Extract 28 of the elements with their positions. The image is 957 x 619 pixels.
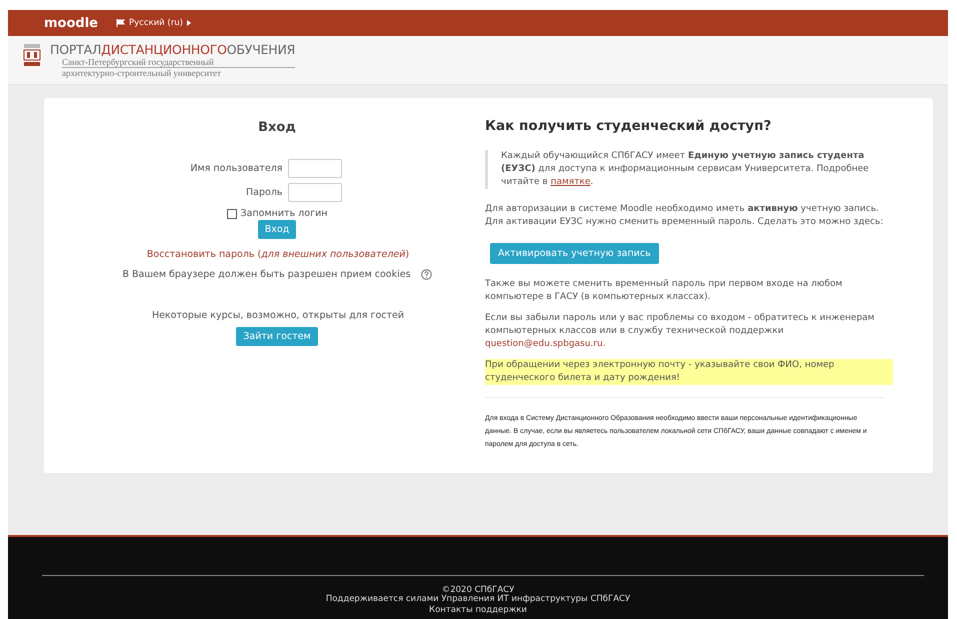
support-contacts-link[interactable]: Контакты поддержки	[429, 606, 527, 615]
university-logo-icon	[22, 42, 42, 68]
copyright-text: ©2020 СПбГАСУ	[442, 586, 514, 595]
guest-note: Некоторые курсы, возможно, открыты для гостей	[152, 310, 404, 321]
caret-icon	[186, 20, 191, 26]
support-text: Поддерживается силами Управления ИТ инфраструктуры СПбГАСУ	[326, 595, 630, 604]
info-paragraph: Также вы можете сменить временный пароль при первом входе на любом компьютере в ГАСУ (в компьютерных классах).	[485, 278, 844, 304]
highlighted-note: При обращении через электронную почту - указывайте свои ФИО, номер студенческого билета и дату рождения!	[485, 359, 893, 385]
help-icon[interactable]	[420, 269, 432, 280]
flag-icon	[116, 19, 125, 27]
login-heading: Вход	[258, 120, 296, 135]
memo-link[interactable]: памятке	[550, 177, 590, 187]
field-label: Имя пользователя	[189, 163, 282, 174]
cookies-note: В Вашем браузере должен быть разрешен прием cookies	[122, 269, 411, 280]
support-paragraph: Если вы забыли пароль или у вас проблемы со входом - обратитесь к инженерам компьютерных классов или в службу технической поддержки question@edu.spbgasu.ru.	[485, 312, 876, 351]
info-quote: Каждый обучающийся СПбГАСУ имеет Единую учетную запись студента (ЕУЗС) для доступа к информационным сервисам Университета. Подробнее читайте в памятке.	[485, 150, 893, 189]
portal-title: ПОРТАЛДИСТАНЦИОННОГООБУЧЕНИЯ	[50, 42, 296, 57]
input-field[interactable]	[288, 183, 342, 202]
university-name: Санкт-Петербургский государственный архитектурно-строительный университет	[50, 57, 296, 78]
language-menu[interactable]: Русский (ru)	[116, 18, 191, 28]
moodle-logo[interactable]: moodle	[44, 16, 98, 30]
remember-checkbox[interactable]: Запомнить логин	[226, 208, 328, 219]
info-paragraph: Для авторизации в системе Moodle необходимо иметь активную учетную запись. Для активации ЕУЗС нужно сменить временный пароль. Сделать это можно здесь:	[485, 203, 884, 229]
field-label: Пароль	[245, 187, 282, 198]
recover-password-link[interactable]: Восстановить пароль (для внешних пользователей)	[146, 249, 410, 260]
input-field[interactable]	[288, 159, 342, 178]
info-heading: Как получить студенческий доступ?	[485, 120, 772, 133]
email-link[interactable]: question@edu.spbgasu.ru.	[485, 339, 606, 349]
